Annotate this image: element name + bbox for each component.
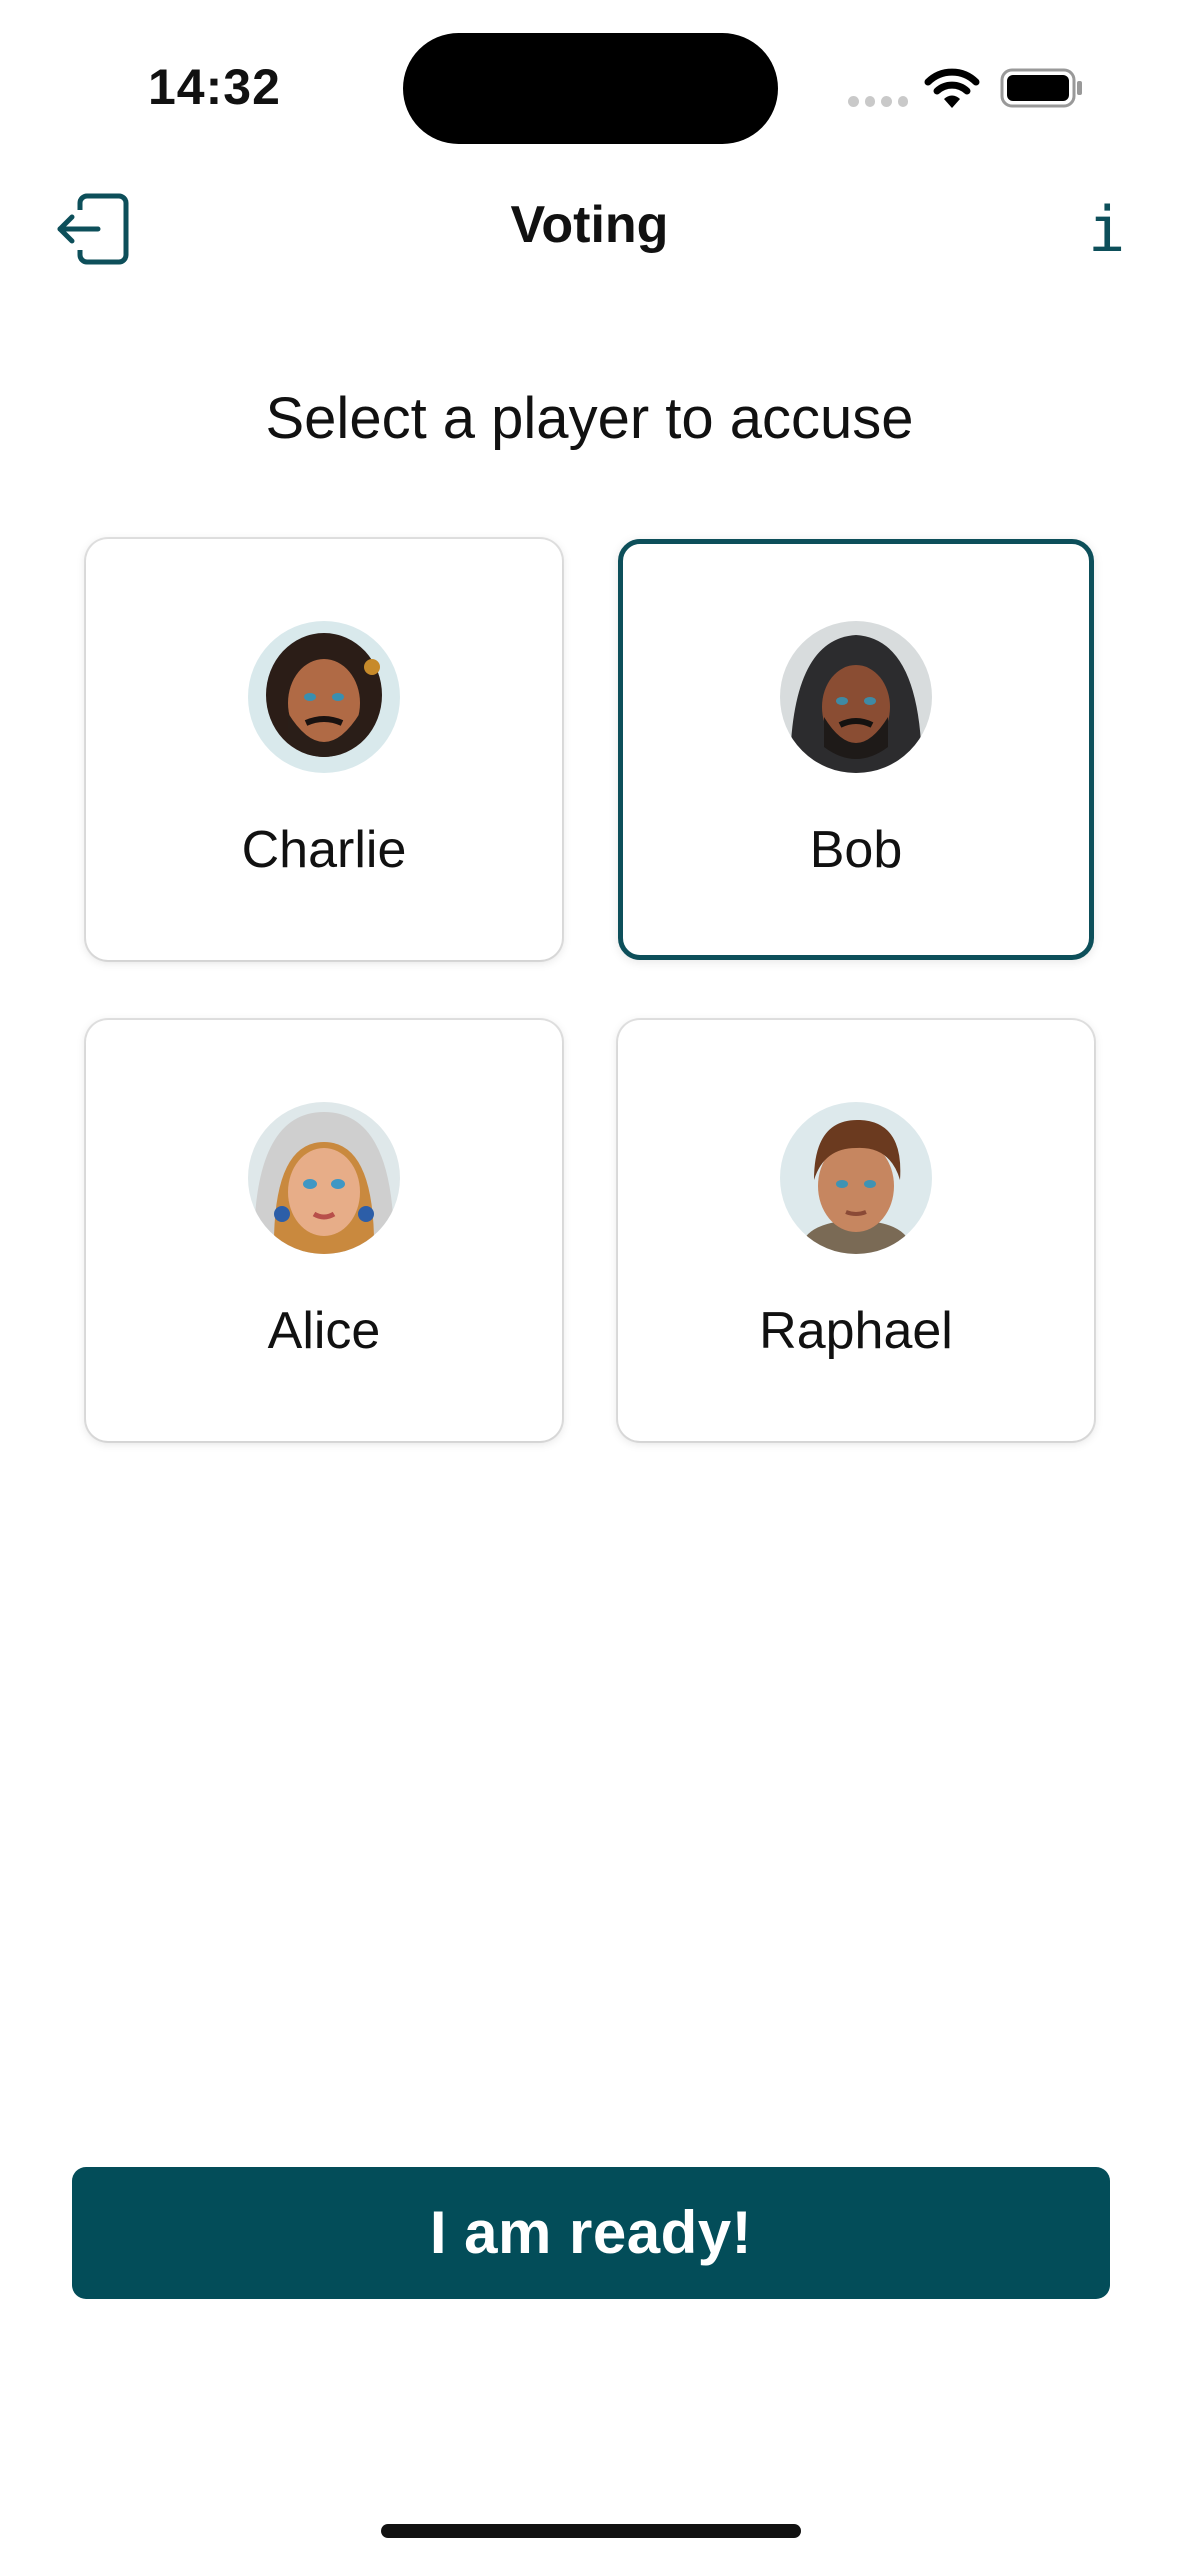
cellular-signal-icon	[848, 96, 908, 108]
wifi-icon	[924, 68, 980, 108]
avatar	[248, 1102, 400, 1254]
player-name: Alice	[267, 1302, 381, 1360]
player-card-raphael[interactable]: Raphael	[618, 1020, 1094, 1441]
info-button[interactable]: i	[1088, 190, 1125, 270]
avatar	[780, 621, 932, 773]
player-name: Charlie	[241, 821, 407, 879]
page-title: Voting	[510, 196, 669, 254]
player-name: Raphael	[759, 1302, 953, 1360]
ready-button[interactable]: I am ready!	[72, 2167, 1110, 2299]
avatar	[780, 1102, 932, 1254]
accuse-prompt: Select a player to accuse	[265, 386, 914, 451]
dynamic-island	[403, 33, 778, 144]
battery-icon	[1000, 68, 1082, 108]
home-indicator[interactable]	[381, 2524, 801, 2538]
player-card-bob[interactable]: Bob	[618, 539, 1094, 960]
status-time: 14:32	[148, 59, 281, 115]
player-card-alice[interactable]: Alice	[86, 1020, 562, 1441]
player-card-charlie[interactable]: Charlie	[86, 539, 562, 960]
player-name: Bob	[809, 821, 903, 879]
avatar	[248, 621, 400, 773]
